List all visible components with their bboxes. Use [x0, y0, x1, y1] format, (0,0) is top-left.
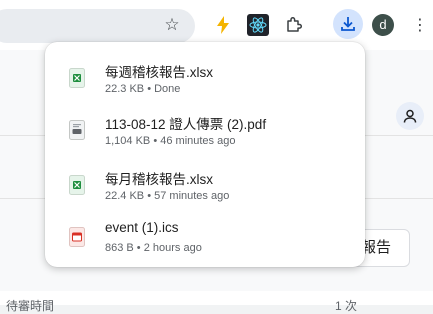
download-item-meta: 22.4 KB • 57 minutes ago	[105, 190, 230, 202]
download-item-name: 113-08-12 證人傳票 (2).pdf	[105, 117, 267, 132]
person-icon	[403, 109, 417, 123]
calendar-file-icon	[69, 227, 85, 247]
download-item-meta: 22.3 KB • Done	[105, 83, 181, 95]
puzzle-icon[interactable]	[282, 13, 306, 37]
bottom-left-label: 待審時間	[6, 299, 55, 313]
pdf-file-icon	[69, 120, 85, 140]
download-item[interactable]: 每週稽核報告.xlsx 22.3 KB • Done	[45, 55, 365, 105]
download-button[interactable]	[333, 9, 363, 39]
download-icon	[341, 17, 355, 31]
bottom-right-label: 1 次	[335, 299, 358, 313]
page-bottom-row	[0, 291, 433, 305]
downloads-popup: 每週稽核報告.xlsx 22.3 KB • Done 113-08-12 證人傳…	[45, 42, 365, 267]
profile-avatar[interactable]: d	[372, 14, 394, 36]
user-profile-button[interactable]	[396, 102, 424, 130]
download-item-name: event (1).ics	[105, 220, 179, 235]
xlsx-file-icon	[69, 68, 85, 88]
download-item-name: 每週稽核報告.xlsx	[105, 65, 213, 80]
bolt-icon[interactable]	[211, 13, 235, 37]
download-item[interactable]: 113-08-12 證人傳票 (2).pdf 1,104 KB • 46 min…	[45, 107, 365, 157]
download-item[interactable]: 每月稽核報告.xlsx 22.4 KB • 57 minutes ago	[45, 162, 365, 212]
download-item[interactable]: event (1).ics 863 B • 2 hours ago	[45, 214, 365, 264]
kebab-menu-icon[interactable]: ⋮	[408, 13, 432, 37]
download-item-name: 每月稽核報告.xlsx	[105, 172, 213, 187]
react-icon[interactable]	[246, 13, 270, 37]
xlsx-file-icon	[69, 175, 85, 195]
download-item-meta: 1,104 KB • 46 minutes ago	[105, 135, 236, 147]
download-item-meta: 863 B • 2 hours ago	[105, 242, 202, 254]
star-icon[interactable]: ☆	[160, 13, 184, 37]
